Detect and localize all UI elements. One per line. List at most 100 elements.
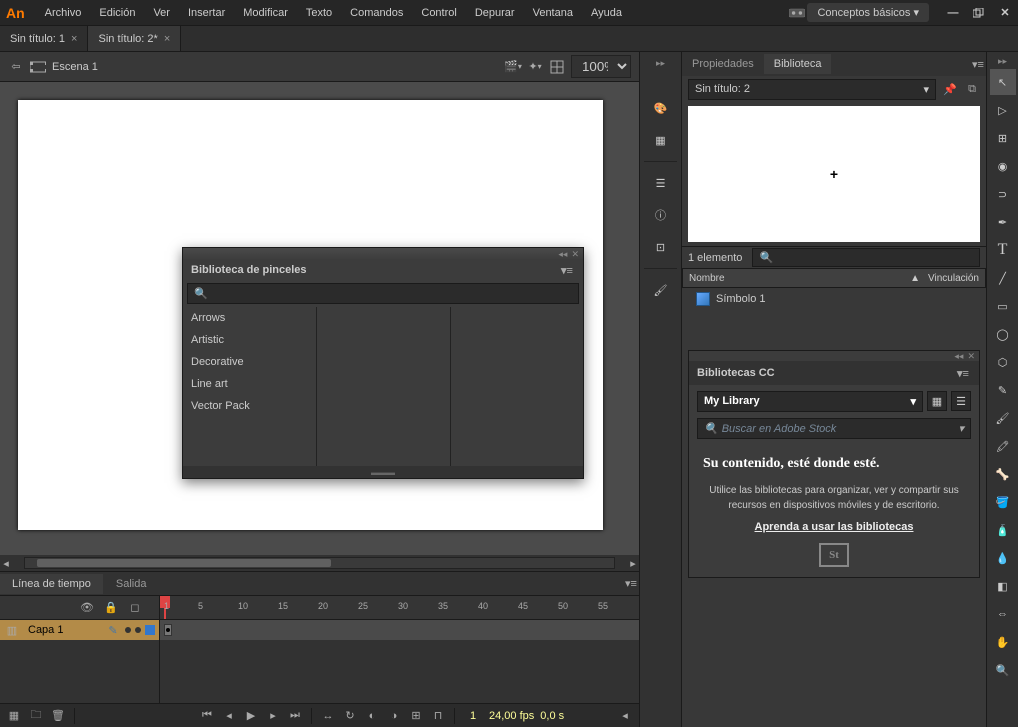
tab-properties[interactable]: Propiedades [682, 54, 764, 74]
eraser-tool[interactable]: ◧ [990, 573, 1016, 599]
layer-row[interactable]: ▥ Capa 1 ✎ [0, 620, 159, 640]
brush-category[interactable]: Arrows [183, 307, 316, 329]
menu-file[interactable]: Archivo [37, 3, 90, 23]
selection-tool[interactable]: ↖ [990, 69, 1016, 95]
menu-window[interactable]: Ventana [525, 3, 581, 23]
close-tab-icon[interactable]: × [71, 33, 77, 45]
h-scrollbar[interactable]: ◂ ▸ [0, 555, 639, 571]
brush-search-input[interactable]: 🔍 [187, 283, 579, 304]
menu-insert[interactable]: Insertar [180, 3, 233, 23]
new-folder-icon[interactable]: 🗀 [28, 708, 44, 724]
info-panel-icon[interactable]: ⓘ [646, 200, 676, 230]
paint-brush-tool[interactable]: 🖌 [990, 405, 1016, 431]
clapboard-icon[interactable]: 🎬▾ [505, 59, 521, 75]
brush-panel-icon[interactable]: 🖌 [646, 275, 676, 305]
new-lib-icon[interactable]: ⧉ [964, 81, 980, 97]
menu-view[interactable]: Ver [145, 3, 178, 23]
visibility-dot[interactable] [125, 627, 131, 633]
outline-swatch[interactable] [145, 625, 155, 635]
fit-icon[interactable] [549, 59, 565, 75]
adobe-stock-icon[interactable]: St [819, 543, 849, 567]
align-panel-icon[interactable]: ☰ [646, 168, 676, 198]
panel-menu-icon[interactable]: ▾≡ [559, 262, 575, 278]
loop-icon[interactable]: ↻ [342, 708, 358, 724]
doc-tab-1[interactable]: Sin título: 1 × [0, 26, 88, 51]
bone-tool[interactable]: 🦴 [990, 461, 1016, 487]
collapse-icon[interactable]: ◂◂ [558, 249, 567, 260]
sort-icon[interactable]: ▲ [910, 273, 920, 284]
eyedropper-tool[interactable]: 💧 [990, 545, 1016, 571]
sync-icon[interactable] [789, 5, 805, 21]
step-back-icon[interactable]: ◂ [221, 708, 237, 724]
brush-category[interactable]: Vector Pack [183, 395, 316, 417]
text-tool[interactable]: T [990, 237, 1016, 263]
lasso-tool[interactable]: ⊃ [990, 181, 1016, 207]
pin-icon[interactable]: 📌 [942, 81, 958, 97]
brush-category[interactable]: Artistic [183, 329, 316, 351]
pen-tool[interactable]: ✒ [990, 209, 1016, 235]
keyframe[interactable] [164, 624, 172, 636]
close-icon[interactable]: ✕ [967, 351, 975, 361]
resize-grip[interactable]: ▬▬▬ [183, 466, 583, 478]
scroll-left-icon[interactable]: ◂ [617, 708, 633, 724]
rectangle-tool[interactable]: ▭ [990, 293, 1016, 319]
lock-icon[interactable]: 🔒 [103, 600, 119, 616]
zoom-select[interactable]: 100% [571, 55, 631, 78]
ink-bottle-tool[interactable]: 🧴 [990, 517, 1016, 543]
edit-multi-icon[interactable]: ⊞ [408, 708, 424, 724]
brush-category[interactable]: Decorative [183, 351, 316, 373]
tab-timeline[interactable]: Línea de tiempo [0, 574, 103, 594]
play-icon[interactable]: ▶ [243, 708, 259, 724]
line-tool[interactable]: ╱ [990, 265, 1016, 291]
tab-library[interactable]: Biblioteca [764, 54, 832, 74]
free-transform-tool[interactable]: ⊞ [990, 125, 1016, 151]
scroll-right-icon[interactable]: ▸ [627, 555, 639, 571]
list-view-icon[interactable]: ☰ [951, 391, 971, 411]
timeline-ruler[interactable]: 1 5 10 15 20 25 30 35 40 45 50 55 [160, 596, 639, 620]
collapse-icon[interactable]: ◂◂ [954, 351, 963, 361]
menu-debug[interactable]: Depurar [467, 3, 523, 23]
center-frame-icon[interactable]: ↔ [320, 708, 336, 724]
cc-search-input[interactable]: 🔍 Buscar en Adobe Stock ▾ [697, 418, 971, 439]
close-icon[interactable]: ✕ [571, 249, 579, 260]
maximize-button[interactable] [972, 6, 986, 20]
hand-tool[interactable]: ✋ [990, 629, 1016, 655]
frame-track[interactable] [160, 620, 639, 640]
onion-skin-icon[interactable]: ◐ [364, 708, 380, 724]
col-name[interactable]: Nombre [689, 273, 910, 284]
goto-last-icon[interactable]: ⏭ [287, 708, 303, 724]
menu-modify[interactable]: Modificar [235, 3, 296, 23]
doc-tab-2[interactable]: Sin título: 2* × [88, 26, 181, 51]
scroll-thumb[interactable] [37, 559, 332, 567]
library-item[interactable]: Símbolo 1 [682, 288, 986, 310]
swatches-panel-icon[interactable]: ▦ [646, 125, 676, 155]
close-tab-icon[interactable]: × [164, 33, 170, 45]
panel-menu-icon[interactable]: ▾≡ [970, 56, 986, 72]
grid-view-icon[interactable]: ▦ [927, 391, 947, 411]
paint-bucket-tool[interactable]: 🪣 [990, 489, 1016, 515]
3d-rotate-tool[interactable]: ◉ [990, 153, 1016, 179]
col-link[interactable]: Vinculación [928, 273, 979, 284]
step-fwd-icon[interactable]: ▸ [265, 708, 281, 724]
menu-text[interactable]: Texto [298, 3, 340, 23]
minimize-button[interactable]: — [946, 6, 960, 20]
color-panel-icon[interactable]: 🎨 [646, 93, 676, 123]
polystar-tool[interactable]: ⬡ [990, 349, 1016, 375]
back-arrow-icon[interactable]: ⇦ [8, 59, 24, 75]
onion-outline-icon[interactable]: ◑ [386, 708, 402, 724]
panel-menu-icon[interactable]: ▾≡ [623, 576, 639, 592]
transform-panel-icon[interactable]: ⊡ [646, 232, 676, 262]
tab-output[interactable]: Salida [104, 574, 159, 594]
cc-library-select[interactable]: My Library▾ [697, 391, 923, 412]
workspace-switcher[interactable]: Conceptos básicos ▾ [807, 3, 929, 22]
delete-layer-icon[interactable]: 🗑 [50, 708, 66, 724]
lock-dot[interactable] [135, 627, 141, 633]
subselect-tool[interactable]: ▷ [990, 97, 1016, 123]
library-doc-select[interactable]: Sin título: 2 ▾ [688, 79, 936, 100]
menu-help[interactable]: Ayuda [583, 3, 630, 23]
zoom-tool[interactable]: 🔍 [990, 657, 1016, 683]
brush-category[interactable]: Line art [183, 373, 316, 395]
cc-learn-link[interactable]: Aprenda a usar las bibliotecas [755, 521, 914, 533]
goto-first-icon[interactable]: ⏮ [199, 708, 215, 724]
new-layer-icon[interactable]: ▦ [6, 708, 22, 724]
